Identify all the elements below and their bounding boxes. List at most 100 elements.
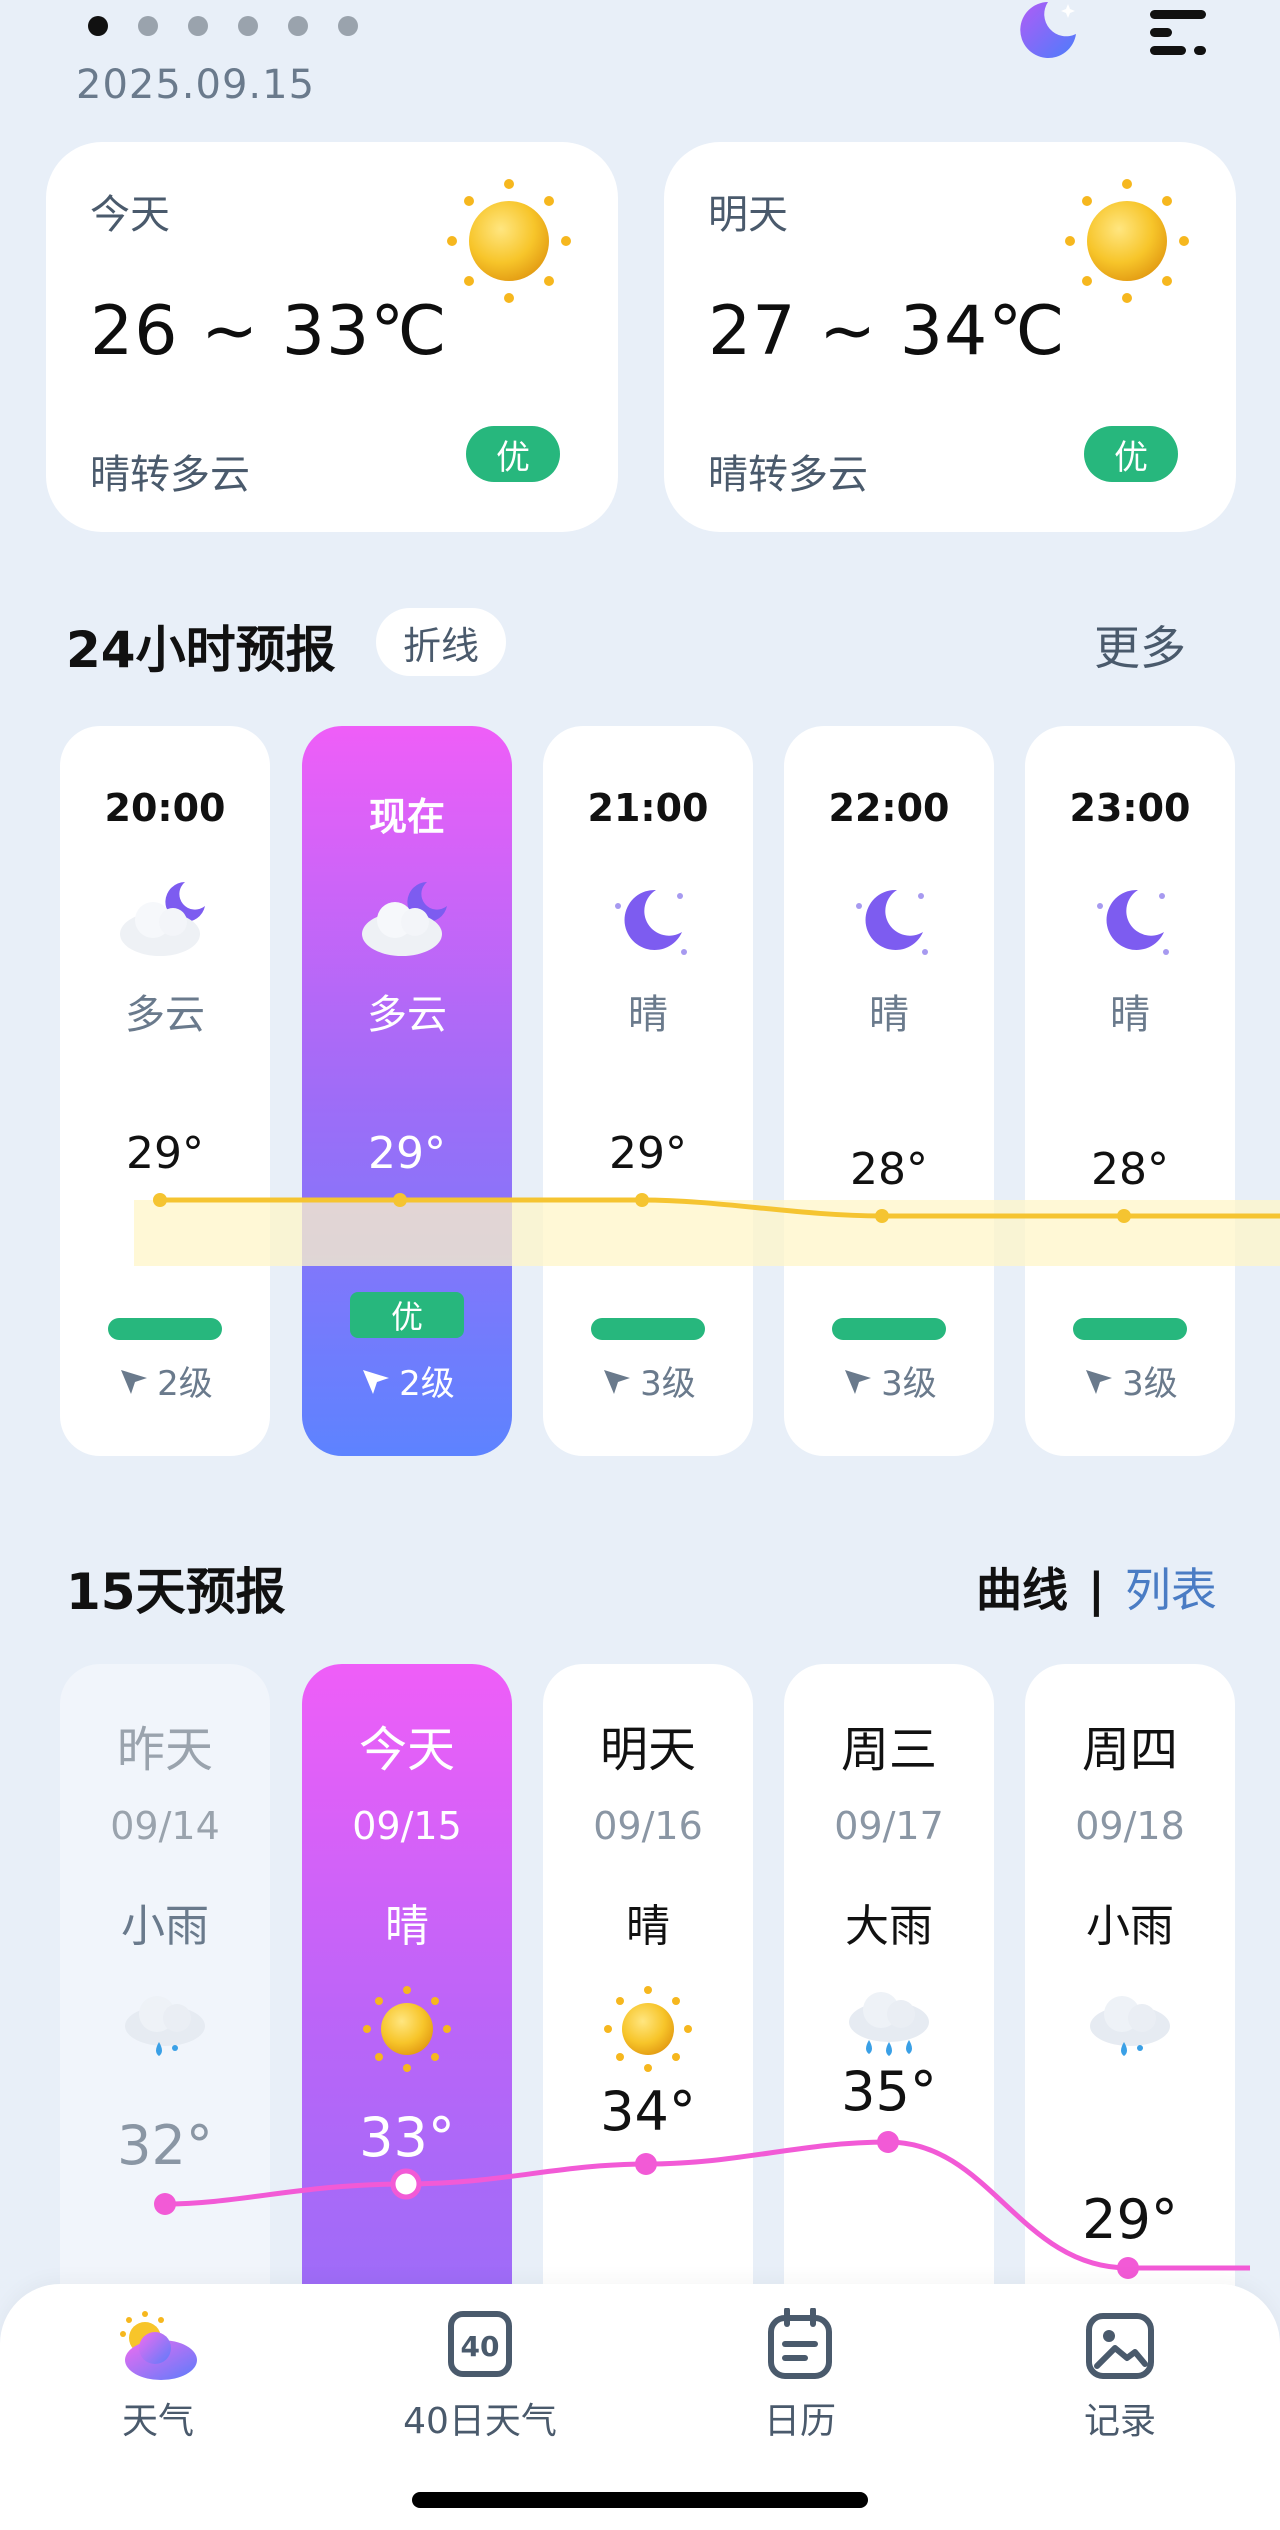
page-dot[interactable] bbox=[138, 16, 158, 36]
nav-tab-record[interactable]: 记录 bbox=[1020, 2308, 1220, 2444]
today-card[interactable]: 今天 26 ~ 33℃ 晴转多云 优 bbox=[46, 142, 618, 532]
more-link[interactable]: 更多 bbox=[1094, 612, 1186, 678]
wind-level: 3级 bbox=[640, 1364, 696, 1404]
weekday-label: 今天 bbox=[358, 1722, 455, 1778]
aqi-bar bbox=[832, 1318, 946, 1340]
calendar-icon bbox=[768, 2308, 832, 2379]
hour-condition: 晴 bbox=[869, 992, 909, 1038]
wind-direction-icon bbox=[845, 1369, 872, 1394]
wind-direction-icon bbox=[1086, 1369, 1113, 1394]
condition-text: 晴转多云 bbox=[708, 452, 868, 498]
hour-card[interactable]: 23:00 晴 28° 3级 bbox=[1025, 726, 1235, 1456]
aqi-bar bbox=[1073, 1318, 1187, 1340]
hour-condition: 多云 bbox=[367, 992, 447, 1038]
hour-time: 20:00 bbox=[104, 786, 226, 830]
date-label: 09/15 bbox=[352, 1804, 462, 1848]
wind-level: 3级 bbox=[1122, 1364, 1178, 1404]
page-dot[interactable] bbox=[238, 16, 258, 36]
wind-level: 2级 bbox=[157, 1364, 213, 1404]
aqi-bar bbox=[591, 1318, 705, 1340]
aqi-badge: 优 bbox=[350, 1292, 464, 1338]
hour-card-current[interactable]: 现在 多云 29° 优 2级 bbox=[302, 726, 512, 1456]
photo-record-icon bbox=[1086, 2313, 1154, 2379]
nav-label: 记录 bbox=[1083, 2401, 1156, 2442]
page-indicator[interactable] bbox=[88, 16, 358, 36]
weekday-label: 明天 bbox=[599, 1722, 696, 1778]
view-toggle: 曲线 | 列表 bbox=[976, 1554, 1217, 1620]
nav-tab-calendar[interactable]: 日历 bbox=[700, 2308, 900, 2444]
moon-icon bbox=[615, 889, 687, 955]
page-dot[interactable] bbox=[88, 16, 108, 36]
cloudy-night-icon bbox=[120, 882, 205, 956]
hour-time: 22:00 bbox=[828, 786, 950, 830]
day-high-temp: 33° bbox=[359, 2106, 455, 2169]
sun-icon bbox=[604, 1986, 692, 2072]
day-condition: 小雨 bbox=[121, 1901, 209, 1952]
menu-icon[interactable] bbox=[1150, 6, 1206, 58]
night-mode-icon[interactable] bbox=[1014, 0, 1080, 60]
hour-condition: 晴 bbox=[628, 992, 668, 1038]
cloudy-night-icon bbox=[362, 882, 447, 956]
view-separator: | bbox=[1088, 1563, 1105, 1617]
day-condition: 大雨 bbox=[845, 1901, 933, 1952]
light-rain-icon bbox=[125, 1996, 205, 2056]
view-curve-tab[interactable]: 曲线 bbox=[976, 1563, 1068, 1617]
wind-direction-icon bbox=[121, 1369, 148, 1394]
wind-info: 2级 bbox=[302, 1356, 512, 1405]
forty-day-icon: 40 bbox=[448, 2311, 512, 2377]
hour-condition: 多云 bbox=[125, 992, 205, 1038]
hour-card[interactable]: 21:00 晴 29° 3级 bbox=[543, 726, 753, 1456]
wind-level: 3级 bbox=[881, 1364, 937, 1404]
weekday-label: 周三 bbox=[840, 1722, 937, 1778]
weather-icon bbox=[120, 2311, 197, 2380]
day-label: 明天 bbox=[708, 192, 788, 238]
hour-temp: 29° bbox=[126, 1128, 204, 1179]
nav-label: 天气 bbox=[121, 2401, 194, 2442]
condition-text: 晴转多云 bbox=[90, 452, 250, 498]
day-high-temp: 35° bbox=[841, 2060, 937, 2123]
hour-temp: 28° bbox=[850, 1144, 928, 1195]
aqi-badge: 优 bbox=[1084, 426, 1178, 482]
wind-info: 2级 bbox=[60, 1356, 270, 1405]
day-condition: 晴 bbox=[626, 1901, 670, 1952]
day-high-temp: 32° bbox=[117, 2114, 213, 2177]
nav-tab-weather[interactable]: 天气 bbox=[58, 2308, 258, 2444]
current-date: 2025.09.15 bbox=[76, 62, 316, 108]
view-list-tab[interactable]: 列表 bbox=[1125, 1563, 1217, 1617]
daily-title: 15天预报 bbox=[66, 1563, 286, 1621]
forty-day-badge: 40 bbox=[461, 2330, 500, 2363]
hour-time: 现在 bbox=[368, 795, 445, 839]
wind-info: 3级 bbox=[543, 1356, 753, 1405]
hour-card[interactable]: 22:00 晴 28° 3级 bbox=[784, 726, 994, 1456]
moon-icon bbox=[1097, 889, 1169, 955]
hour-time: 21:00 bbox=[587, 786, 709, 830]
date-label: 09/14 bbox=[110, 1804, 220, 1848]
hour-temp: 29° bbox=[368, 1128, 446, 1179]
weekday-label: 昨天 bbox=[116, 1722, 213, 1778]
moon-icon bbox=[856, 889, 928, 955]
hour-temp: 29° bbox=[609, 1128, 687, 1179]
temp-range: 27 ~ 34℃ bbox=[708, 292, 1066, 371]
tomorrow-card[interactable]: 明天 27 ~ 34℃ 晴转多云 优 bbox=[664, 142, 1236, 532]
day-high-temp: 34° bbox=[600, 2080, 696, 2143]
hour-temp: 28° bbox=[1091, 1144, 1169, 1195]
page-dot[interactable] bbox=[288, 16, 308, 36]
wind-info: 3级 bbox=[1025, 1356, 1235, 1405]
sun-icon bbox=[1065, 179, 1189, 303]
nav-label: 日历 bbox=[763, 2401, 836, 2442]
day-condition: 晴 bbox=[385, 1901, 429, 1952]
nav-tab-forty-day[interactable]: 40 40日天气 bbox=[380, 2308, 580, 2444]
aqi-bar bbox=[108, 1318, 222, 1340]
hour-card[interactable]: 20:00 多云 29° 2级 bbox=[60, 726, 270, 1456]
day-high-temp: 29° bbox=[1082, 2188, 1178, 2251]
temp-range: 26 ~ 33℃ bbox=[90, 292, 448, 371]
wind-level: 2级 bbox=[399, 1364, 455, 1404]
page-dot[interactable] bbox=[188, 16, 208, 36]
page-dot[interactable] bbox=[338, 16, 358, 36]
chart-mode-toggle[interactable]: 折线 bbox=[376, 608, 506, 676]
sun-icon bbox=[447, 179, 571, 303]
hour-time: 23:00 bbox=[1069, 786, 1191, 830]
hourly-title: 24小时预报 bbox=[66, 621, 336, 679]
date-label: 09/18 bbox=[1075, 1804, 1185, 1848]
aqi-badge: 优 bbox=[466, 426, 560, 482]
